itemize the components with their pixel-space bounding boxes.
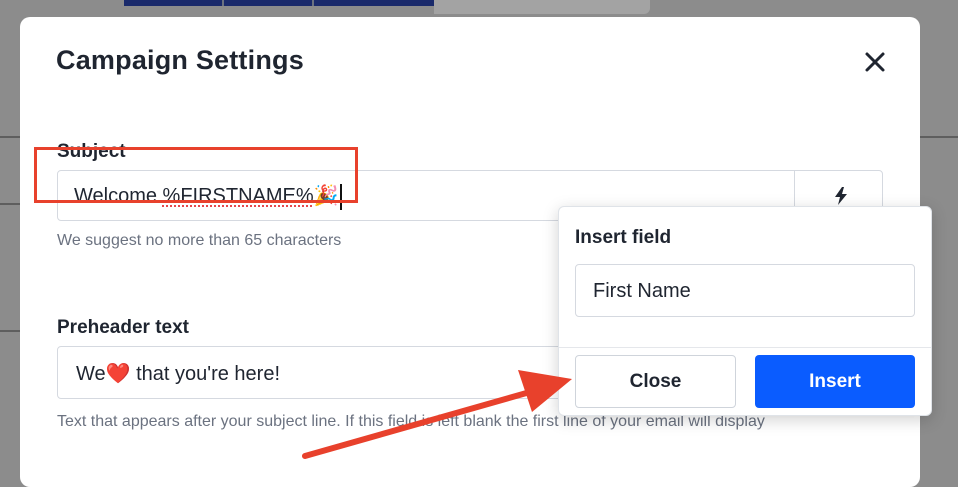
- preheader-text-a: We: [76, 363, 106, 385]
- subject-merge-tag: %FIRSTNAME%: [162, 185, 314, 207]
- close-icon[interactable]: [860, 47, 890, 77]
- preheader-label: Preheader text: [57, 317, 190, 338]
- background-tab-divider: [222, 0, 224, 6]
- preheader-value: We❤️ that you're here!: [76, 361, 280, 386]
- background-divider: [920, 136, 958, 138]
- background-panel: [434, 0, 650, 14]
- party-emoji: 🎉: [313, 185, 339, 207]
- subject-helper: We suggest no more than 65 characters: [57, 232, 342, 249]
- close-button[interactable]: Close: [575, 355, 736, 408]
- subject-label: Subject: [57, 141, 126, 162]
- insert-field-popover: Insert field First Name Close Insert: [558, 206, 932, 416]
- background-tab-divider: [312, 0, 314, 6]
- background-divider: [0, 330, 20, 332]
- background-divider: [0, 203, 20, 205]
- insert-button[interactable]: Insert: [755, 355, 915, 408]
- field-select-value: First Name: [593, 280, 691, 302]
- subject-value: Welcome %FIRSTNAME%🎉: [74, 183, 342, 210]
- lightning-icon: [835, 187, 847, 205]
- subject-text: Welcome: [74, 185, 163, 207]
- preheader-input[interactable]: We❤️ that you're here!: [57, 346, 617, 399]
- heart-emoji: ❤️: [105, 363, 131, 385]
- popover-divider: [559, 347, 931, 348]
- preheader-text-b: that you're here!: [130, 363, 281, 385]
- modal-title: Campaign Settings: [56, 45, 304, 75]
- background-divider: [0, 136, 20, 138]
- field-select[interactable]: First Name: [575, 264, 915, 317]
- background-tab-bar: [124, 0, 434, 6]
- popover-title: Insert field: [575, 227, 672, 248]
- text-caret: [339, 183, 342, 210]
